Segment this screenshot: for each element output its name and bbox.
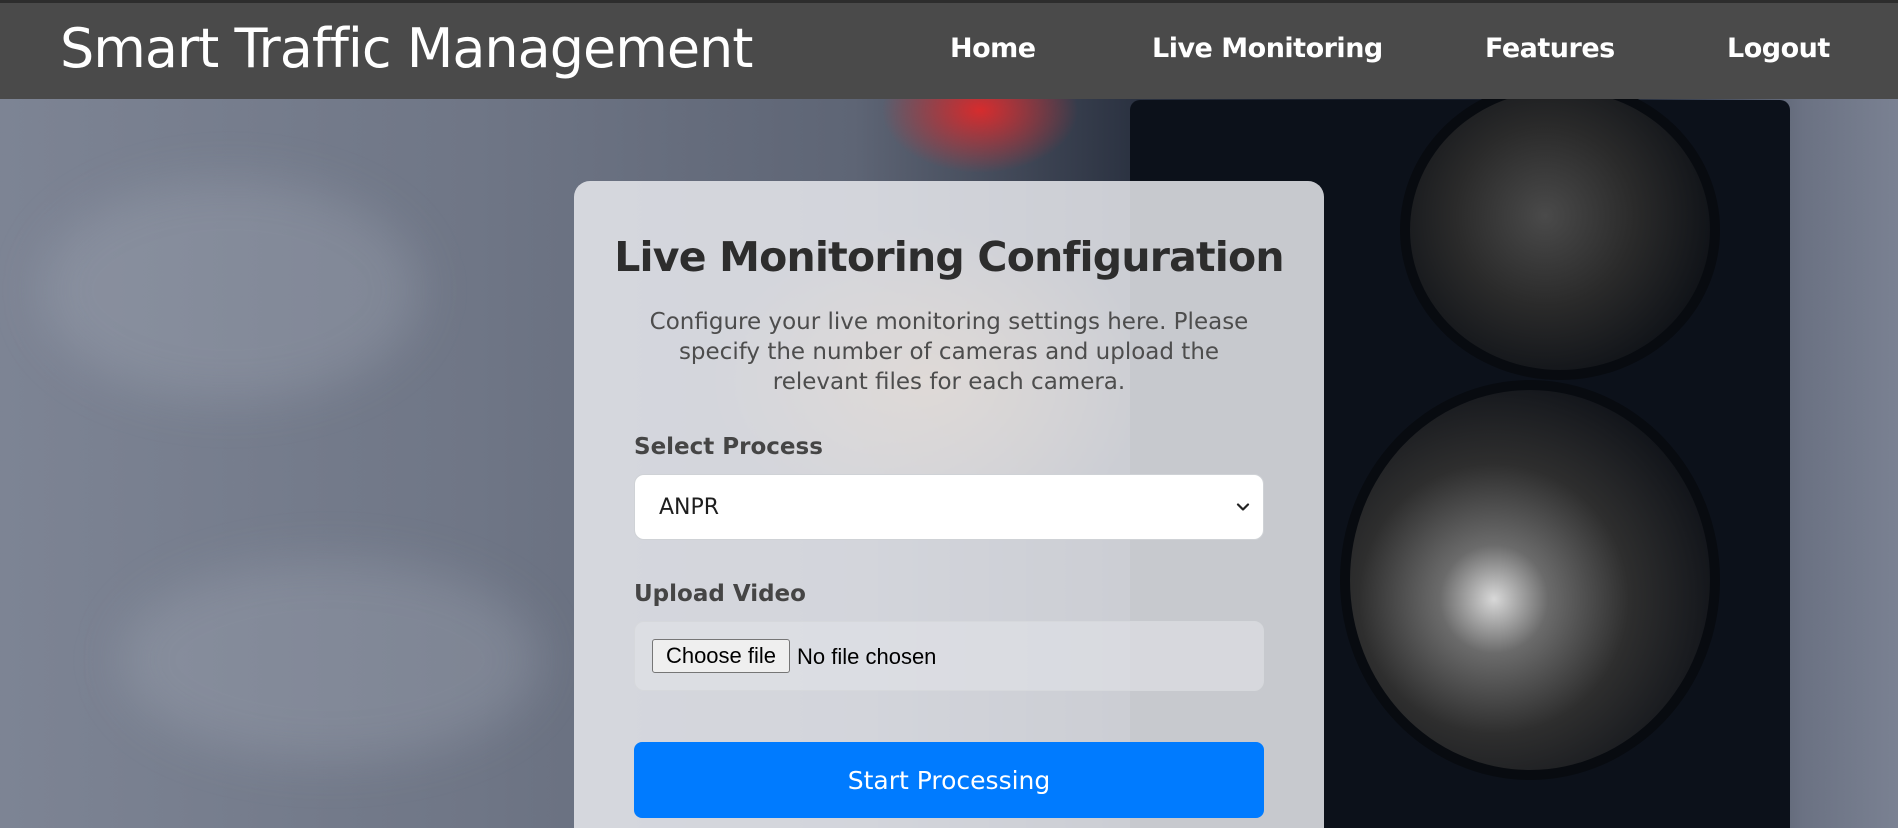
config-card: Live Monitoring Configuration Configure … [574,181,1324,828]
process-select-value: ANPR [659,495,720,520]
start-processing-button[interactable]: Start Processing [634,742,1264,818]
nav-link-live-monitoring[interactable]: Live Monitoring [1152,33,1383,64]
nav-link-logout[interactable]: Logout [1727,33,1830,64]
chevron-down-icon [1236,503,1250,511]
file-input[interactable]: Choose file No file chosen [634,621,1264,691]
file-status-text: No file chosen [797,644,937,669]
select-process-label: Select Process [634,434,823,460]
nav-link-features[interactable]: Features [1485,33,1615,64]
background-cloud [120,560,540,760]
nav-link-home[interactable]: Home [950,33,1036,64]
upload-video-label: Upload Video [634,581,806,607]
background-traffic-lamp [1400,80,1720,380]
choose-file-button[interactable]: Choose file [652,639,790,673]
background-traffic-lamp [1340,380,1720,780]
brand-title[interactable]: Smart Traffic Management [60,17,753,80]
background-cloud [40,180,420,400]
process-select[interactable]: ANPR [634,474,1264,540]
card-description: Configure your live monitoring settings … [649,309,1249,395]
page-title: Live Monitoring Configuration [614,233,1284,281]
navbar: Smart Traffic Management Home Live Monit… [0,0,1898,99]
